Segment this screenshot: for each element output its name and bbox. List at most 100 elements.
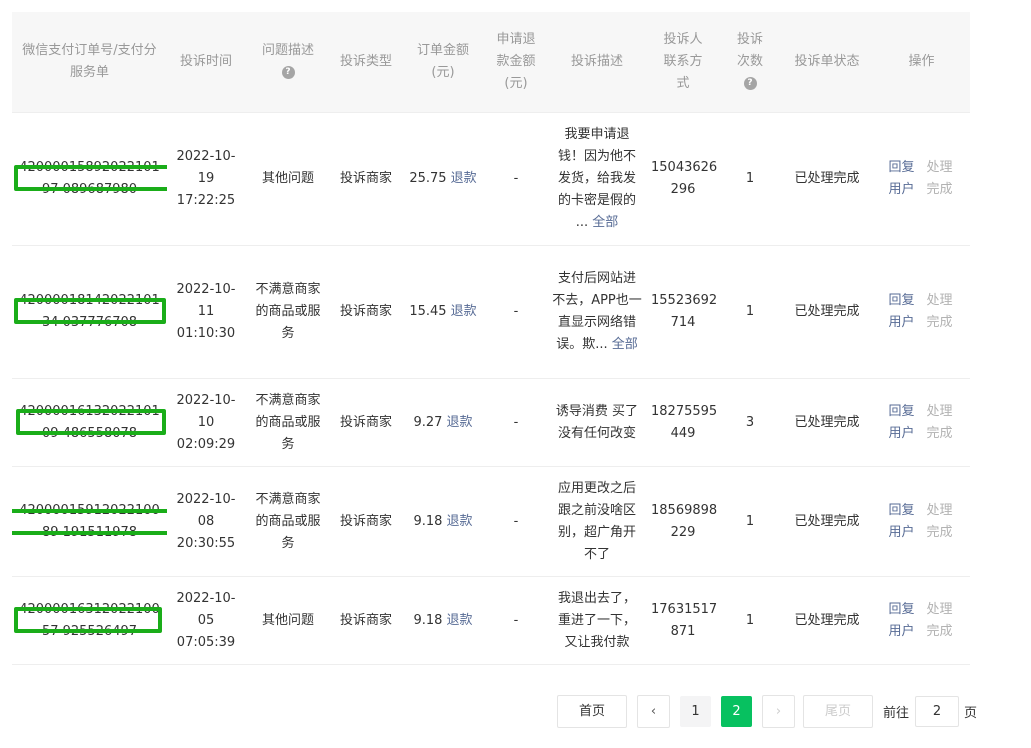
issue-text: 不满意商家的商品或服务 — [245, 245, 331, 379]
issue-text: 其他问题 — [245, 576, 331, 665]
complaint-time: 2022-10-19 17:22:25 — [167, 112, 245, 246]
actions: 回复用户 处理完成 — [873, 112, 970, 246]
table-row: 4200001591202210089 191511978 2022-10-08… — [12, 466, 970, 577]
contact-phone: 18275595 449 — [647, 378, 719, 467]
order-amount: 9.27 退款 — [401, 378, 485, 467]
actions: 回复用户 处理完成 — [873, 466, 970, 577]
actions: 回复用户 处理完成 — [873, 576, 970, 665]
goto-label: 前往 — [883, 706, 910, 721]
table-row: 4200001589202210197 089687980 2022-10-19… — [12, 112, 970, 246]
refund-amount: - — [485, 112, 547, 246]
col-amount: 订单金额(元) — [401, 12, 485, 113]
status-text: 已处理完成 — [781, 466, 873, 577]
contact-phone: 15043626 296 — [647, 112, 719, 246]
page-1-button[interactable]: 1 — [680, 696, 711, 727]
chevron-left-icon[interactable]: ‹ — [637, 695, 670, 728]
reply-user-button[interactable]: 回复用户 — [889, 500, 917, 544]
refund-link[interactable]: 退款 — [451, 171, 477, 186]
table-row: 4200001814202210134 037776708 2022-10-11… — [12, 245, 970, 379]
issue-text: 其他问题 — [245, 112, 331, 246]
order-amount: 25.75 退款 — [401, 112, 485, 246]
complaint-time: 2022-10-08 20:30:55 — [167, 466, 245, 577]
order-amount: 15.45 退款 — [401, 245, 485, 379]
help-icon[interactable]: ? — [281, 66, 295, 79]
contact-phone: 15523692 714 — [647, 245, 719, 379]
order-number[interactable]: 4200001814202210134 037776708 — [12, 245, 167, 379]
pagination: 首页 ‹ 1 2 › 尾页 前往 页 — [557, 695, 977, 728]
actions: 回复用户 处理完成 — [873, 245, 970, 379]
last-page-button[interactable]: 尾页 — [803, 695, 873, 728]
col-desc: 投诉描述 — [547, 12, 647, 113]
order-number[interactable]: 4200001631202210057 925526497 — [12, 576, 167, 665]
order-amount: 9.18 退款 — [401, 466, 485, 577]
complaint-count: 1 — [719, 245, 781, 379]
complaint-count: 1 — [719, 112, 781, 246]
table-header-row: 微信支付订单号/支付分服务单 投诉时间 问题描述? 投诉类型 订单金额(元) 申… — [12, 12, 970, 113]
complaint-type: 投诉商家 — [331, 576, 401, 665]
show-all-link[interactable]: 全部 — [612, 337, 638, 352]
reply-user-button[interactable]: 回复用户 — [889, 401, 917, 445]
complaint-time: 2022-10-11 01:10:30 — [167, 245, 245, 379]
refund-amount: - — [485, 378, 547, 467]
goto-page-input[interactable] — [915, 696, 960, 727]
complaint-desc: 我退出去了，重进了一下，又让我付款 — [547, 576, 647, 665]
table-row: 4200001631202210057 925526497 2022-10-05… — [12, 576, 970, 665]
complaint-type: 投诉商家 — [331, 112, 401, 246]
status-text: 已处理完成 — [781, 245, 873, 379]
goto-suffix: 页 — [964, 706, 978, 721]
refund-amount: - — [485, 576, 547, 665]
col-order-no: 微信支付订单号/支付分服务单 — [12, 12, 167, 113]
refund-link[interactable]: 退款 — [447, 415, 473, 430]
complaint-desc: 我要申请退钱！因为他不发货，给我发的卡密是假的 ... 全部 — [547, 112, 647, 246]
first-page-button[interactable]: 首页 — [557, 695, 627, 728]
contact-phone: 18569898 229 — [647, 466, 719, 577]
status-text: 已处理完成 — [781, 576, 873, 665]
mark-done-button[interactable]: 处理完成 — [927, 599, 955, 643]
complaint-count: 1 — [719, 576, 781, 665]
col-count: 投诉次数? — [719, 12, 781, 113]
col-ops: 操作 — [873, 12, 970, 113]
refund-link[interactable]: 退款 — [451, 304, 477, 319]
mark-done-button[interactable]: 处理完成 — [927, 290, 955, 334]
complaint-type: 投诉商家 — [331, 466, 401, 577]
complaint-desc: 诱导消费 买了没有任何改变 — [547, 378, 647, 467]
complaint-desc: 应用更改之后跟之前没啥区别，超广角开不了 — [547, 466, 647, 577]
table-row: 4200001613202210109 486558078 2022-10-10… — [12, 378, 970, 467]
mark-done-button[interactable]: 处理完成 — [927, 500, 955, 544]
order-number[interactable]: 4200001613202210109 486558078 — [12, 378, 167, 467]
reply-user-button[interactable]: 回复用户 — [889, 599, 917, 643]
col-type: 投诉类型 — [331, 12, 401, 113]
complaints-table: 微信支付订单号/支付分服务单 投诉时间 问题描述? 投诉类型 订单金额(元) 申… — [12, 12, 970, 665]
status-text: 已处理完成 — [781, 112, 873, 246]
complaint-type: 投诉商家 — [331, 378, 401, 467]
mark-done-button[interactable]: 处理完成 — [927, 157, 955, 201]
refund-amount: - — [485, 466, 547, 577]
issue-text: 不满意商家的商品或服务 — [245, 378, 331, 467]
complaints-page: 微信支付订单号/支付分服务单 投诉时间 问题描述? 投诉类型 订单金额(元) 申… — [0, 0, 1031, 748]
status-text: 已处理完成 — [781, 378, 873, 467]
complaint-desc: 支付后网站进不去，APP也一直显示网络错误。欺... 全部 — [547, 245, 647, 379]
order-amount: 9.18 退款 — [401, 576, 485, 665]
actions: 回复用户 处理完成 — [873, 378, 970, 467]
help-icon[interactable]: ? — [743, 77, 757, 90]
col-status: 投诉单状态 — [781, 12, 873, 113]
order-number[interactable]: 4200001589202210197 089687980 — [12, 112, 167, 246]
col-refund-amount: 申请退款金额(元) — [485, 12, 547, 113]
refund-link[interactable]: 退款 — [447, 514, 473, 529]
complaint-count: 3 — [719, 378, 781, 467]
complaint-time: 2022-10-10 02:09:29 — [167, 378, 245, 467]
complaint-time: 2022-10-05 07:05:39 — [167, 576, 245, 665]
show-all-link[interactable]: 全部 — [592, 215, 618, 230]
chevron-right-icon[interactable]: › — [762, 695, 795, 728]
contact-phone: 17631517 871 — [647, 576, 719, 665]
mark-done-button[interactable]: 处理完成 — [927, 401, 955, 445]
col-contact: 投诉人联系方式 — [647, 12, 719, 113]
reply-user-button[interactable]: 回复用户 — [889, 290, 917, 334]
refund-link[interactable]: 退款 — [447, 613, 473, 628]
order-number[interactable]: 4200001591202210089 191511978 — [12, 466, 167, 577]
complaint-count: 1 — [719, 466, 781, 577]
col-issue: 问题描述? — [245, 12, 331, 113]
page-2-button[interactable]: 2 — [721, 696, 752, 727]
issue-text: 不满意商家的商品或服务 — [245, 466, 331, 577]
reply-user-button[interactable]: 回复用户 — [889, 157, 917, 201]
